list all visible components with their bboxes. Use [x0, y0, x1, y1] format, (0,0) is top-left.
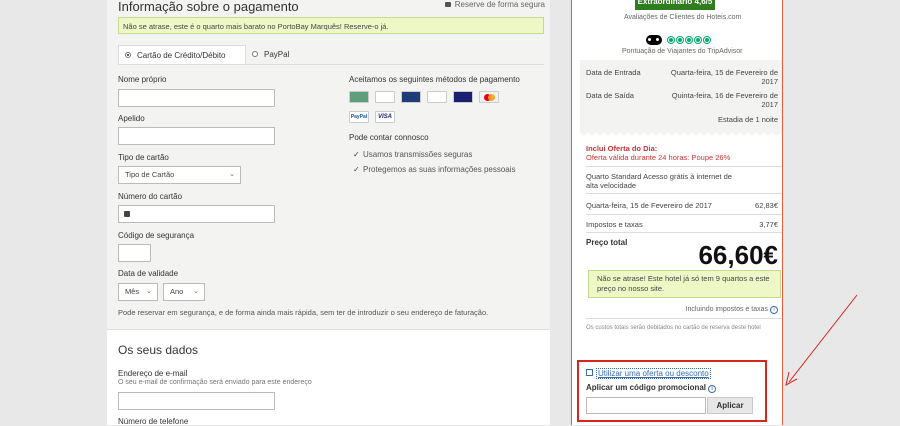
card-generic-icon — [349, 91, 369, 103]
lock-icon — [124, 211, 130, 217]
contact-title: Pode contar connosco — [349, 133, 429, 142]
paypal-card-icon: PayPal — [349, 111, 369, 123]
info-icon[interactable]: i — [708, 385, 717, 393]
email-input[interactable] — [118, 392, 275, 410]
first-name-label: Nome próprio — [118, 75, 167, 84]
card-blue-icon — [427, 91, 447, 103]
chevron-down-icon: ⌄ — [229, 171, 235, 178]
divider — [586, 232, 782, 233]
personal-details-title: Os seus dados — [118, 343, 199, 357]
mastercard-icon — [479, 91, 499, 103]
card-type-select[interactable]: Tipo de Cartão ⌄ — [118, 166, 241, 184]
email-hint: O seu e-mail de confirmação será enviado… — [118, 379, 312, 386]
expiry-label: Data de validade — [118, 269, 179, 278]
last-name-input[interactable] — [118, 127, 275, 145]
checkin-label: Data de Entrada — [586, 68, 641, 77]
accepted-methods-title: Aceitamos os seguintes métodos de pagame… — [349, 75, 520, 84]
taxes-value: 3,77€ — [759, 220, 778, 229]
rating-bubble-icon — [703, 36, 711, 44]
availability-warning: Não se atrase! Este hotel já só tem 9 qu… — [588, 270, 781, 298]
visa-card-icon: VISA — [375, 111, 395, 123]
night-date: Quarta-feira, 15 de Fevereiro de 2017 — [586, 201, 712, 210]
tripadvisor-caption: Pontuação de Viajantes do TripAdvisor — [622, 48, 743, 55]
security-code-label: Código de segurança — [118, 231, 195, 240]
total-price: 66,60€ — [698, 240, 778, 270]
tripadvisor-owl-icon — [646, 35, 662, 45]
use-offer-checkbox[interactable] — [586, 369, 593, 376]
apply-button[interactable]: Aplicar — [707, 397, 753, 414]
annotation-arrow-icon — [785, 294, 858, 386]
taxes-label: Impostos e taxas — [586, 220, 643, 229]
payment-section: Informação sobre o pagamento Reserve de … — [107, 0, 550, 330]
visa-electron-icon — [453, 91, 473, 103]
chevron-down-icon: ⌄ — [146, 288, 152, 295]
promo-code-input[interactable] — [586, 397, 706, 414]
payment-column: Informação sobre o pagamento Reserve de … — [107, 0, 550, 426]
tab-paypal[interactable]: PayPal — [246, 45, 306, 64]
rating-bubble-icon — [667, 36, 675, 44]
rating-caption: Avaliações de Clientes do Hoteis.com — [624, 14, 742, 21]
card-number-label: Número do cartão — [118, 192, 183, 201]
checkin-value: Quarta-feira, 15 de Fevereiro de 2017 — [670, 68, 778, 86]
taxes-included-note: Incluindo impostos e taxas i — [652, 306, 778, 314]
security-code-input[interactable] — [118, 244, 151, 262]
room-description: Quarto Standard Acesso grátis à internet… — [586, 172, 732, 190]
stay-length: Estadia de 1 noite — [717, 115, 778, 124]
check-item: ✓ Usamos transmissões seguras — [353, 150, 473, 159]
card-type-label: Tipo de cartão — [118, 153, 169, 162]
checkout-label: Data de Saída — [586, 91, 634, 100]
secure-booking-label: Reserve de forma segura — [444, 0, 545, 9]
expiry-year-select[interactable]: Ano ⌄ — [163, 283, 205, 301]
rating-bubble-icon — [676, 36, 684, 44]
radio-icon — [125, 52, 131, 58]
offer-text: Oferta válida durante 24 horas: Poupe 26… — [586, 153, 731, 162]
divider — [586, 318, 782, 319]
divider — [586, 214, 782, 215]
payment-title: Informação sobre o pagamento — [118, 0, 299, 14]
cetelem-icon — [375, 91, 395, 103]
rating-bubble-icon — [694, 36, 702, 44]
tab-credit-card[interactable]: Cartão de Crédito/Débito — [118, 45, 246, 64]
check-item: ✓ Protegemos as suas informações pessoais — [353, 165, 516, 174]
rating-bubble-icon — [685, 36, 693, 44]
email-label: Endereço de e-mail — [118, 369, 188, 378]
first-name-input[interactable] — [118, 89, 275, 107]
checkout-value: Quinta-feira, 16 de Fevereiro de 2017 — [671, 91, 778, 109]
last-name-label: Apelido — [118, 114, 145, 123]
billing-note: Pode reservar em segurança, e de forma a… — [118, 308, 489, 317]
promo-code-label: Aplicar um código promocional i — [586, 383, 717, 393]
tab-divider — [118, 64, 544, 65]
zigzag-divider — [580, 132, 782, 136]
promo-banner: Não se atrase, este é o quarto mais bara… — [118, 17, 544, 34]
card-number-input[interactable] — [118, 205, 275, 223]
offer-title: Inclui Oferta do Dia: — [586, 144, 658, 153]
use-offer-link[interactable]: Utilizar uma oferta ou desconto — [596, 368, 711, 379]
diners-icon — [401, 91, 421, 103]
divider — [586, 193, 782, 194]
expiry-month-select[interactable]: Mês ⌄ — [118, 283, 158, 301]
night-price: 62,83€ — [755, 201, 778, 210]
chevron-down-icon: ⌄ — [193, 288, 199, 295]
checkmark-icon: ✓ — [353, 165, 360, 174]
lock-icon — [444, 2, 451, 7]
divider — [586, 166, 782, 167]
fine-print: Os custos totais serão debitados no cart… — [586, 325, 761, 331]
info-icon[interactable]: i — [770, 306, 778, 314]
radio-icon — [252, 51, 258, 57]
total-label: Preço total — [586, 238, 628, 247]
rating-badge: Extraordinário 4,6/5 — [635, 0, 715, 10]
checkmark-icon: ✓ — [353, 150, 360, 159]
